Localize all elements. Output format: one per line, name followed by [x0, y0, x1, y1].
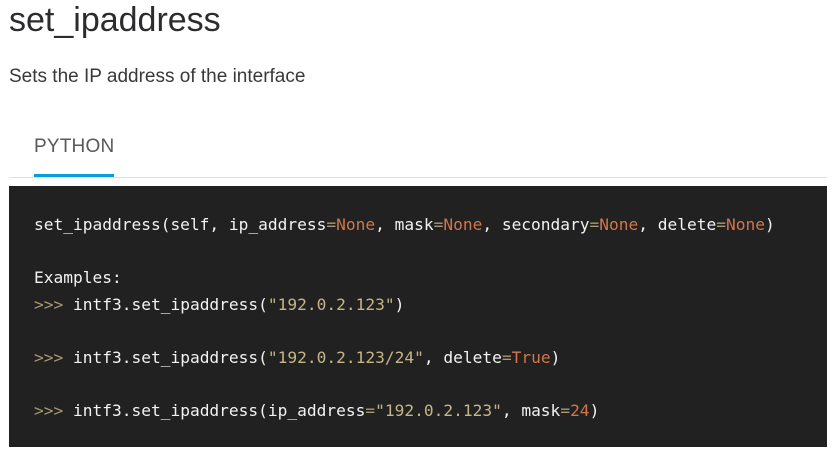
- code-prompt: >>>: [34, 294, 64, 314]
- code-keyword: None: [336, 215, 376, 234]
- code-signature-text: set_ipaddress(self, ip_address: [34, 215, 327, 234]
- tab-python[interactable]: PYTHON: [34, 124, 115, 177]
- active-tab-indicator: [34, 174, 115, 177]
- code-example-line-3: >>> intf3.set_ipaddress(ip_address="192.…: [34, 398, 827, 425]
- code-keyword: None: [599, 215, 639, 234]
- code-call-text: intf3.set_ipaddress(: [63, 347, 268, 367]
- code-signature-text: , mask: [375, 215, 434, 234]
- code-call-text: , mask: [501, 401, 561, 421]
- code-prompt: >>>: [34, 347, 64, 367]
- code-call-text: intf3.set_ipaddress(: [63, 294, 268, 314]
- code-call-text: ): [394, 294, 405, 314]
- code-operator: =: [560, 401, 571, 421]
- code-operator: =: [716, 215, 726, 234]
- code-operator: =: [589, 215, 600, 234]
- code-call-text: intf3.set_ipaddress(ip_address: [63, 401, 366, 421]
- code-signature-text: , delete: [638, 215, 717, 234]
- code-keyword: None: [725, 215, 765, 234]
- code-signature-line: set_ipaddress(self, ip_address=None, mas…: [34, 212, 827, 239]
- code-number: 24: [570, 401, 590, 421]
- code-block: set_ipaddress(self, ip_address=None, mas…: [9, 186, 827, 447]
- code-signature-text: ): [764, 215, 775, 234]
- code-string: "192.0.2.123": [375, 401, 502, 421]
- code-operator: =: [326, 215, 337, 234]
- page-description: Sets the IP address of the interface: [9, 66, 306, 87]
- code-call-text: , delete: [423, 347, 502, 367]
- code-example-line-2: >>> intf3.set_ipaddress("192.0.2.123/24"…: [34, 345, 827, 372]
- code-keyword: True: [511, 347, 551, 367]
- code-example-line-1: >>> intf3.set_ipaddress("192.0.2.123"): [34, 292, 827, 319]
- page-title: set_ipaddress: [9, 1, 221, 39]
- code-string: "192.0.2.123/24": [267, 347, 424, 367]
- code-operator: =: [433, 215, 444, 234]
- language-tabs: PYTHON: [9, 124, 827, 178]
- code-examples-label: Examples:: [34, 268, 122, 288]
- code-operator: =: [365, 401, 376, 421]
- code-operator: =: [501, 347, 512, 367]
- code-string: "192.0.2.123": [267, 294, 395, 314]
- code-keyword: None: [443, 215, 483, 234]
- code-call-text: ): [550, 347, 561, 367]
- code-call-text: ): [589, 401, 600, 421]
- code-signature-text: , secondary: [482, 215, 590, 234]
- code-prompt: >>>: [34, 401, 64, 421]
- tab-python-label: PYTHON: [34, 136, 115, 157]
